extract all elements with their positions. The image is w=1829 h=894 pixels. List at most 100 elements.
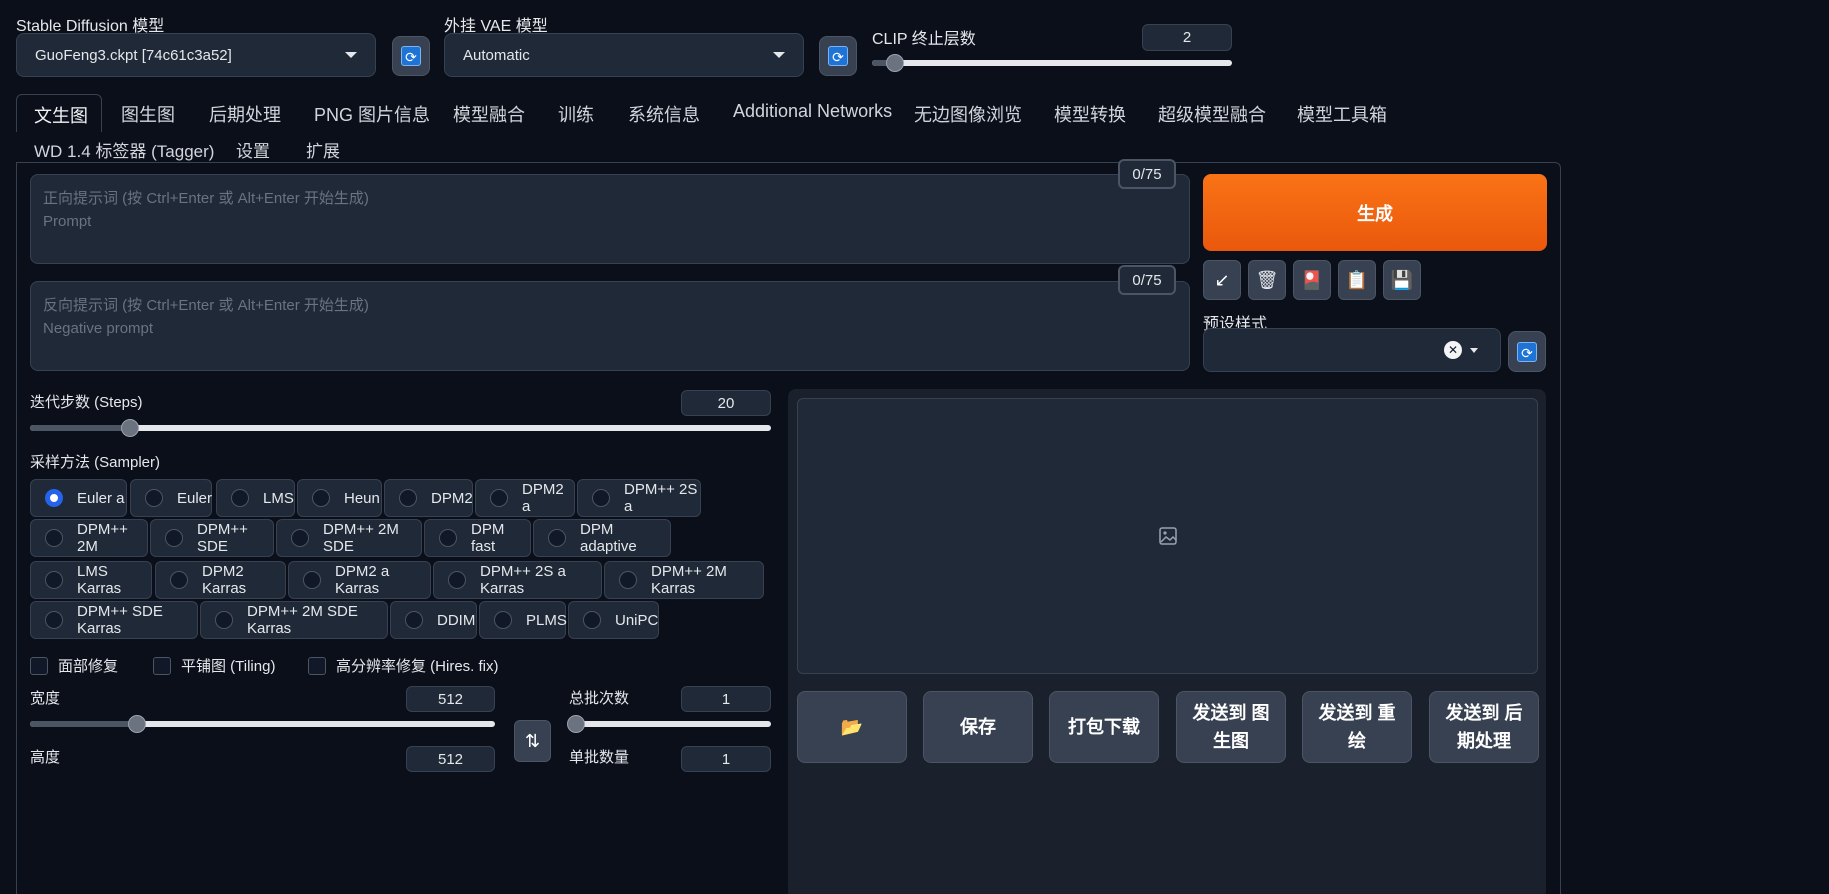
styles-dropdown[interactable]: ✕ (1203, 328, 1501, 372)
sampler-option[interactable]: PLMS (479, 601, 567, 639)
tab-checkpoint-merger[interactable]: 模型融合 (453, 101, 525, 127)
radio-button[interactable] (165, 529, 183, 547)
send-to-extras-button[interactable]: 发送到 后期处理 (1429, 691, 1539, 763)
radio-button[interactable] (45, 489, 63, 507)
negative-prompt-input[interactable]: 反向提示词 (按 Ctrl+Enter 或 Alt+Enter 开始生成) Ne… (30, 281, 1190, 371)
radio-button[interactable] (619, 571, 637, 589)
refresh-vae-button[interactable]: ⟳ (819, 36, 857, 76)
tab-image-browser[interactable]: 无边图像浏览 (914, 101, 1022, 127)
zip-download-button[interactable]: 打包下载 (1049, 691, 1159, 763)
clip-skip-thumb[interactable] (886, 54, 905, 72)
send-to-inpaint-button[interactable]: 发送到 重绘 (1302, 691, 1412, 763)
tab-model-converter[interactable]: 模型转换 (1054, 101, 1126, 127)
send-to-img2img-button[interactable]: 发送到 图生图 (1176, 691, 1286, 763)
radio-button[interactable] (592, 489, 610, 507)
sampler-option[interactable]: DPM++ 2S a Karras (433, 561, 602, 599)
sampler-option[interactable]: DPM2 a Karras (288, 561, 431, 599)
paste-params-button[interactable]: ↙ (1203, 260, 1241, 300)
steps-slider[interactable] (30, 419, 771, 437)
sampler-option[interactable]: Heun (297, 479, 382, 517)
sampler-option[interactable]: DPM2 Karras (155, 561, 286, 599)
checkbox-box[interactable] (30, 656, 48, 675)
radio-button[interactable] (145, 489, 163, 507)
refresh-sd-model-button[interactable]: ⟳ (392, 36, 430, 76)
tab-settings[interactable]: 设置 (236, 137, 270, 162)
radio-button[interactable] (399, 489, 417, 507)
sampler-option[interactable]: Euler (130, 479, 212, 517)
sampler-option[interactable]: DPM++ 2M (30, 519, 148, 557)
sampler-option[interactable]: DPM fast (424, 519, 531, 557)
radio-button[interactable] (170, 571, 188, 589)
tab-additional-networks[interactable]: Additional Networks (733, 101, 892, 122)
radio-button[interactable] (45, 611, 63, 629)
radio-button[interactable] (405, 611, 423, 629)
sampler-option[interactable]: DDIM (390, 601, 477, 639)
checkbox-box[interactable] (153, 656, 171, 675)
batch-count-thumb[interactable] (566, 715, 585, 733)
steps-input[interactable]: 20 (681, 390, 771, 416)
width-thumb[interactable] (127, 715, 146, 733)
height-input[interactable]: 512 (406, 746, 495, 772)
radio-button[interactable] (548, 529, 566, 547)
restore-faces-checkbox[interactable]: 面部修复 (30, 655, 118, 676)
sampler-option[interactable]: DPM++ 2S a (577, 479, 701, 517)
refresh-styles-button[interactable]: ⟳ (1508, 331, 1546, 372)
radio-button[interactable] (490, 489, 508, 507)
tab-model-toolkit[interactable]: 模型工具箱 (1297, 101, 1387, 127)
tab-txt2img[interactable]: 文生图 (16, 94, 102, 132)
checkbox-box[interactable] (308, 656, 326, 675)
generate-button[interactable]: 生成 (1203, 174, 1547, 251)
tab-system-info[interactable]: 系统信息 (628, 101, 700, 127)
clip-skip-input[interactable]: 2 (1142, 24, 1232, 51)
radio-button[interactable] (303, 571, 321, 589)
apply-style-button[interactable]: 📋 (1338, 260, 1376, 300)
hires-fix-checkbox[interactable]: 高分辨率修复 (Hires. fix) (308, 655, 499, 676)
tiling-checkbox[interactable]: 平铺图 (Tiling) (153, 655, 275, 676)
radio-button[interactable] (448, 571, 466, 589)
sampler-option[interactable]: DPM++ 2M Karras (604, 561, 764, 599)
radio-button[interactable] (583, 611, 601, 629)
width-slider[interactable] (30, 715, 495, 733)
sampler-option[interactable]: DPM++ SDE (150, 519, 274, 557)
batch-count-slider[interactable] (566, 715, 771, 733)
radio-button[interactable] (439, 529, 457, 547)
open-folder-button[interactable]: 📂 (797, 691, 907, 763)
sampler-option[interactable]: DPM2 a (475, 479, 575, 517)
sampler-option[interactable]: DPM adaptive (533, 519, 671, 557)
swap-dimensions-button[interactable]: ⇅ (514, 720, 551, 762)
tab-img2img[interactable]: 图生图 (121, 101, 175, 127)
clear-prompt-button[interactable]: 🗑 (1248, 260, 1286, 300)
tab-tagger[interactable]: WD 1.4 标签器 (Tagger) (34, 137, 214, 162)
width-input[interactable]: 512 (406, 686, 495, 712)
batch-size-input[interactable]: 1 (681, 746, 771, 772)
radio-button[interactable] (494, 611, 512, 629)
radio-button[interactable] (312, 489, 330, 507)
clip-skip-slider[interactable] (872, 54, 1232, 72)
batch-count-input[interactable]: 1 (681, 686, 771, 712)
clear-icon[interactable]: ✕ (1444, 341, 1462, 359)
sampler-option[interactable]: LMS (216, 479, 295, 517)
tab-train[interactable]: 训练 (558, 101, 594, 127)
sampler-option[interactable]: Euler a (30, 479, 127, 517)
radio-button[interactable] (231, 489, 249, 507)
radio-button[interactable] (215, 611, 233, 629)
sampler-option[interactable]: LMS Karras (30, 561, 152, 599)
vae-dropdown[interactable]: Automatic (444, 33, 804, 77)
radio-button[interactable] (291, 529, 309, 547)
tab-extensions[interactable]: 扩展 (306, 137, 340, 162)
tab-png-info[interactable]: PNG 图片信息 (314, 101, 430, 127)
sampler-option[interactable]: DPM++ SDE Karras (30, 601, 198, 639)
tab-super-merger[interactable]: 超级模型融合 (1158, 101, 1266, 127)
sampler-option[interactable]: DPM2 (384, 479, 473, 517)
sampler-option[interactable]: DPM++ 2M SDE Karras (200, 601, 388, 639)
save-style-button[interactable]: 💾 (1383, 260, 1421, 300)
save-button[interactable]: 保存 (923, 691, 1033, 763)
radio-button[interactable] (45, 529, 63, 547)
positive-prompt-input[interactable]: 正向提示词 (按 Ctrl+Enter 或 Alt+Enter 开始生成) Pr… (30, 174, 1190, 264)
sampler-option[interactable]: UniPC (568, 601, 659, 639)
radio-button[interactable] (45, 571, 63, 589)
extra-networks-button[interactable]: 🎴 (1293, 260, 1331, 300)
sd-model-dropdown[interactable]: GuoFeng3.ckpt [74c61c3a52] (16, 33, 376, 77)
sampler-option[interactable]: DPM++ 2M SDE (276, 519, 422, 557)
tab-extras[interactable]: 后期处理 (209, 101, 281, 127)
